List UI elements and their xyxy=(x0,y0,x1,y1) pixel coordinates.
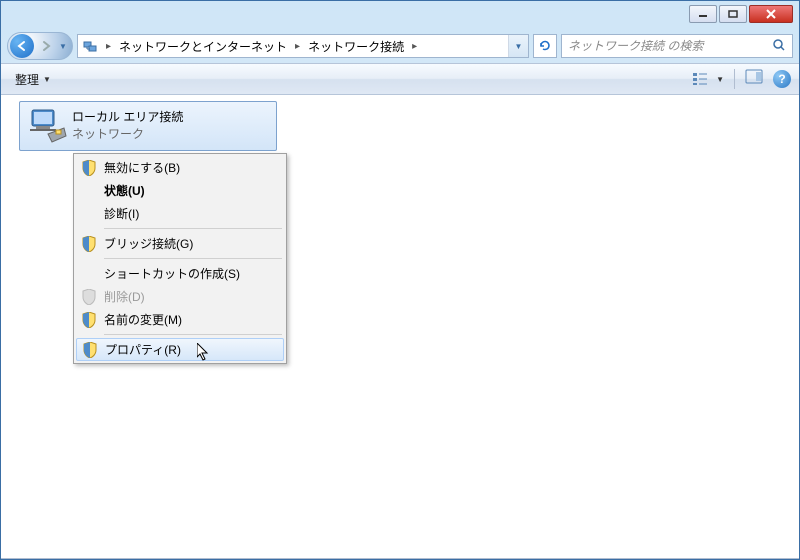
menu-item-delete: 削除(D) xyxy=(76,285,284,308)
explorer-window: ▼ ▸ ネットワークとインターネット ▸ ネットワーク接続 ▸ ▼ xyxy=(0,0,800,560)
search-input[interactable] xyxy=(568,39,772,53)
menu-label: プロパティ(R) xyxy=(105,341,181,358)
breadcrumb-arrow-icon[interactable]: ▸ xyxy=(408,41,421,52)
menu-label: 診断(I) xyxy=(104,205,139,222)
divider xyxy=(734,69,735,89)
title-bar xyxy=(1,1,799,29)
preview-pane-button[interactable] xyxy=(745,69,763,90)
menu-item-bridge[interactable]: ブリッジ接続(G) xyxy=(76,232,284,255)
menu-label: 削除(D) xyxy=(104,288,145,305)
shield-icon xyxy=(76,308,102,331)
shield-icon xyxy=(77,339,103,360)
breadcrumb-arrow-icon[interactable]: ▸ xyxy=(291,41,304,52)
menu-label: ショートカットの作成(S) xyxy=(104,265,240,282)
menu-label: 状態(U) xyxy=(104,182,145,199)
organize-button[interactable]: 整理 ▼ xyxy=(9,69,57,90)
refresh-button[interactable] xyxy=(533,34,557,58)
breadcrumb-seg-2[interactable]: ネットワーク接続 xyxy=(304,38,408,55)
menu-separator xyxy=(104,228,282,229)
menu-item-diagnose[interactable]: 診断(I) xyxy=(76,202,284,225)
chevron-down-icon: ▼ xyxy=(43,75,51,84)
view-icon xyxy=(692,71,714,87)
breadcrumb-seg-1[interactable]: ネットワークとインターネット xyxy=(115,38,291,55)
menu-item-rename[interactable]: 名前の変更(M) xyxy=(76,308,284,331)
view-options-button[interactable]: ▼ xyxy=(692,71,724,87)
connection-subtitle: ネットワーク xyxy=(72,125,183,142)
context-menu: 無効にする(B) 状態(U) 診断(I) ブリッジ接続(G) ショートカットの作… xyxy=(73,153,287,364)
menu-label: 無効にする(B) xyxy=(104,159,180,176)
address-bar[interactable]: ▸ ネットワークとインターネット ▸ ネットワーク接続 ▸ ▼ xyxy=(77,34,529,58)
command-bar: 整理 ▼ ▼ ? xyxy=(1,63,799,95)
help-button[interactable]: ? xyxy=(773,70,791,88)
menu-item-create-shortcut[interactable]: ショートカットの作成(S) xyxy=(76,262,284,285)
menu-separator xyxy=(104,258,282,259)
menu-label: ブリッジ接続(G) xyxy=(104,235,193,252)
menu-item-properties[interactable]: プロパティ(R) xyxy=(76,338,284,361)
connection-name: ローカル エリア接続 xyxy=(72,108,183,125)
menu-item-status[interactable]: 状態(U) xyxy=(76,179,284,202)
address-dropdown[interactable]: ▼ xyxy=(508,35,528,57)
network-connection-item[interactable]: ローカル エリア接続 ネットワーク xyxy=(19,101,277,151)
menu-label: 名前の変更(M) xyxy=(104,311,182,328)
back-button[interactable] xyxy=(10,34,34,58)
network-adapter-icon xyxy=(26,106,68,146)
search-box[interactable] xyxy=(561,34,793,58)
content-area: ローカル エリア接続 ネットワーク 無効にする(B) 状態(U) 診断(I) xyxy=(1,95,799,559)
organize-label: 整理 xyxy=(15,71,39,88)
close-button[interactable] xyxy=(749,5,793,23)
breadcrumb-arrow-icon[interactable]: ▸ xyxy=(102,41,115,52)
minimize-button[interactable] xyxy=(689,5,717,23)
shield-icon xyxy=(76,232,102,255)
location-icon xyxy=(80,36,100,56)
maximize-button[interactable] xyxy=(719,5,747,23)
nav-arrows: ▼ xyxy=(7,32,73,60)
menu-item-disable[interactable]: 無効にする(B) xyxy=(76,156,284,179)
preview-pane-icon xyxy=(745,69,763,85)
shield-icon xyxy=(76,156,102,179)
nav-bar: ▼ ▸ ネットワークとインターネット ▸ ネットワーク接続 ▸ ▼ xyxy=(1,29,799,63)
search-icon xyxy=(772,38,786,55)
forward-button[interactable] xyxy=(34,34,58,58)
chevron-down-icon: ▼ xyxy=(716,75,724,84)
shield-icon xyxy=(76,285,102,308)
nav-history-dropdown[interactable]: ▼ xyxy=(58,42,68,51)
menu-separator xyxy=(104,334,282,335)
